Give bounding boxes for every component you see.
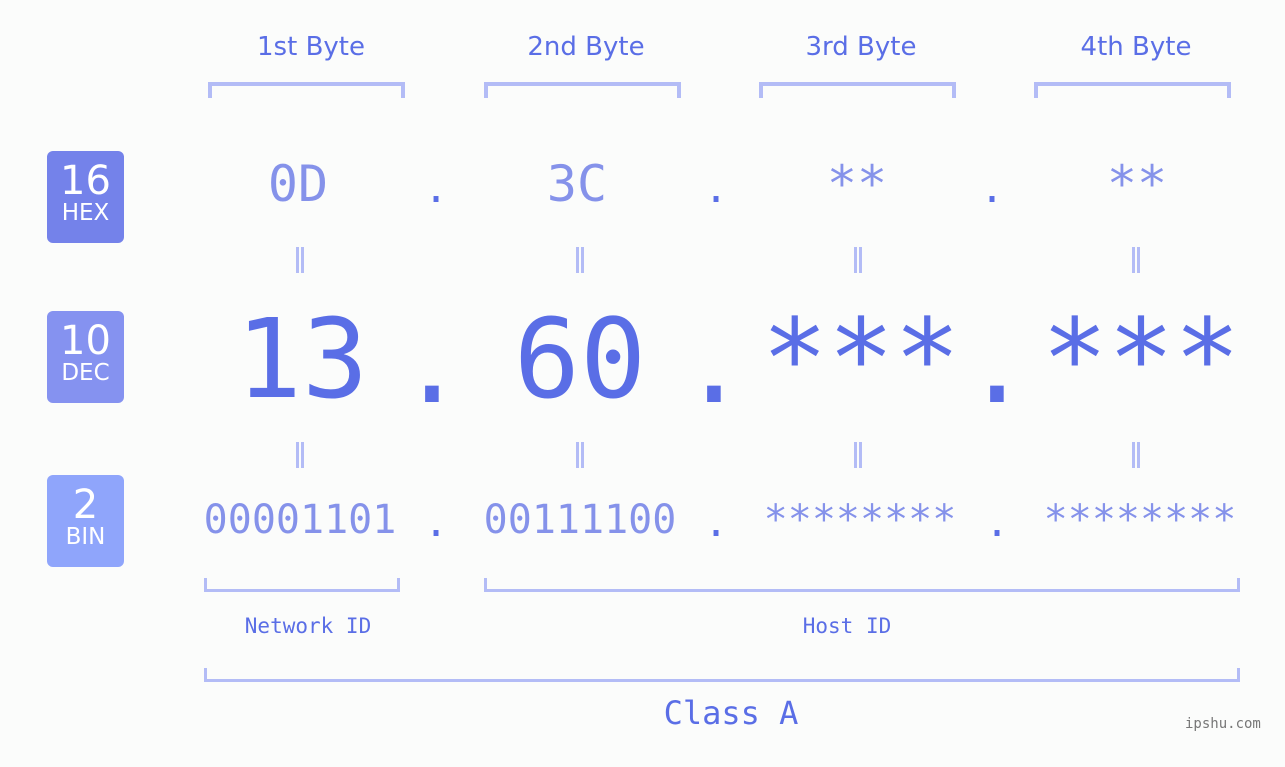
equals-icon bbox=[575, 442, 585, 468]
network-id-label: Network ID bbox=[244, 614, 372, 638]
bin-byte-4: ******** bbox=[1043, 497, 1237, 543]
hex-byte-3: ** bbox=[826, 155, 888, 213]
dec-separator-1: . bbox=[398, 300, 466, 428]
equals-icon bbox=[295, 442, 305, 468]
byte-bracket-4 bbox=[1034, 82, 1231, 98]
hex-separator-2: . bbox=[703, 166, 729, 212]
byte-header-1: 1st Byte bbox=[257, 32, 365, 62]
dec-separator-2: . bbox=[680, 300, 748, 428]
byte-header-2: 2nd Byte bbox=[527, 32, 645, 62]
class-bracket bbox=[204, 668, 1240, 682]
equals-icon bbox=[295, 247, 305, 273]
equals-icon bbox=[575, 247, 585, 273]
class-label: Class A bbox=[663, 694, 799, 732]
network-id-bracket bbox=[204, 578, 400, 592]
bin-badge: 2 BIN bbox=[47, 475, 124, 567]
byte-bracket-1 bbox=[208, 82, 405, 98]
dec-byte-1: 13 bbox=[235, 295, 369, 423]
hex-byte-4: ** bbox=[1106, 155, 1168, 213]
bin-byte-3: ******** bbox=[763, 497, 957, 543]
bin-badge-label: BIN bbox=[65, 524, 106, 550]
bin-separator-1: . bbox=[423, 500, 449, 546]
hex-badge-label: HEX bbox=[61, 200, 110, 226]
dec-byte-4: *** bbox=[1041, 295, 1241, 423]
hex-separator-1: . bbox=[423, 166, 449, 212]
hex-separator-3: . bbox=[979, 166, 1005, 212]
bin-separator-2: . bbox=[703, 500, 729, 546]
host-id-bracket bbox=[484, 578, 1240, 592]
watermark: ipshu.com bbox=[1185, 716, 1261, 732]
hex-badge-base: 16 bbox=[60, 158, 111, 204]
hex-byte-1: 0D bbox=[267, 155, 329, 213]
dec-byte-3: *** bbox=[761, 295, 961, 423]
dec-badge-base: 10 bbox=[60, 318, 111, 364]
hex-badge: 16 HEX bbox=[47, 151, 124, 243]
byte-header-3: 3rd Byte bbox=[805, 32, 917, 62]
dec-badge: 10 DEC bbox=[47, 311, 124, 403]
bin-byte-2: 00111100 bbox=[483, 497, 677, 543]
equals-icon bbox=[853, 442, 863, 468]
equals-icon bbox=[1131, 442, 1141, 468]
equals-icon bbox=[1131, 247, 1141, 273]
dec-byte-2: 60 bbox=[513, 295, 647, 423]
byte-bracket-3 bbox=[759, 82, 956, 98]
byte-bracket-2 bbox=[484, 82, 681, 98]
bin-byte-1: 00001101 bbox=[203, 497, 397, 543]
byte-header-4: 4th Byte bbox=[1080, 32, 1192, 62]
equals-icon bbox=[853, 247, 863, 273]
dec-separator-3: . bbox=[963, 300, 1031, 428]
hex-byte-2: 3C bbox=[546, 155, 608, 213]
bin-separator-3: . bbox=[984, 500, 1010, 546]
bin-badge-base: 2 bbox=[72, 482, 99, 528]
dec-badge-label: DEC bbox=[61, 360, 110, 386]
host-id-label: Host ID bbox=[802, 614, 892, 638]
